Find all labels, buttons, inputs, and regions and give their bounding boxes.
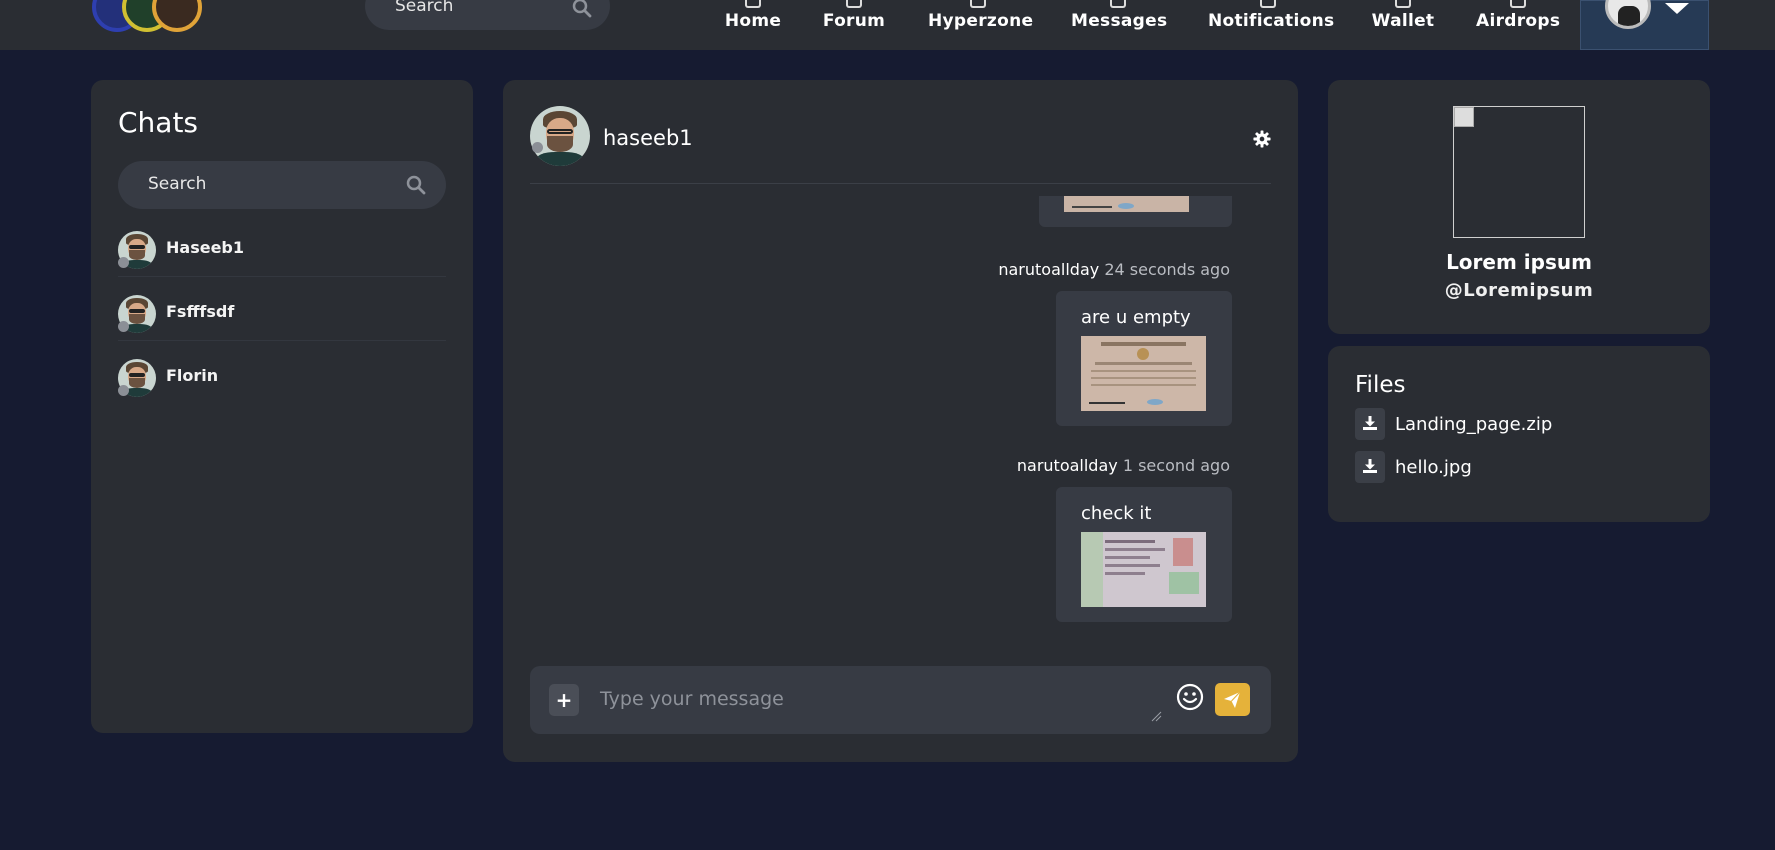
message-bubble: check it [1056, 487, 1232, 622]
conversation-panel: haseeb1 narutoallday 24 seconds ago are … [503, 80, 1298, 762]
message-composer: + [530, 666, 1271, 734]
chat-list-item[interactable]: Florin [118, 349, 446, 405]
forum-icon [846, 0, 862, 8]
add-attachment-button[interactable]: + [549, 684, 579, 716]
wallet-icon [1395, 0, 1411, 8]
search-icon[interactable] [406, 175, 426, 195]
download-icon [1363, 459, 1377, 473]
nav-hyperzone[interactable]: Hyperzone [928, 0, 1033, 50]
status-dot [118, 257, 129, 268]
message-attachment-image[interactable] [1064, 196, 1189, 212]
message-sender: narutoallday [1016, 456, 1118, 475]
broken-image-icon [1454, 107, 1474, 127]
message-input[interactable] [590, 676, 1162, 726]
message-text: are u empty [1081, 307, 1191, 328]
chats-panel: Chats Search Haseeb1 Fsfffsdf Florin [91, 80, 473, 733]
caret-down-icon[interactable] [1665, 3, 1689, 14]
conversation-header: haseeb1 [530, 80, 1271, 184]
profile-name: Lorem ipsum [1446, 250, 1592, 274]
message-list[interactable]: narutoallday 24 seconds ago are u empty [530, 196, 1271, 642]
profile-handle: @Loremipsum [1444, 280, 1594, 301]
nav-forum[interactable]: Forum [822, 0, 886, 50]
nav-airdrops[interactable]: Airdrops [1476, 0, 1560, 50]
message-meta: narutoallday 1 second ago [1017, 456, 1230, 475]
nav-messages[interactable]: Messages [1071, 0, 1167, 50]
airdrop-icon [1510, 0, 1526, 8]
message-time: 1 second ago [1122, 456, 1230, 475]
profile-panel: Lorem ipsum @Loremipsum [1328, 80, 1710, 334]
status-dot [118, 321, 129, 332]
resize-grip-icon[interactable] [1150, 710, 1162, 722]
message-attachment-image[interactable] [1081, 532, 1206, 607]
chats-search-input[interactable]: Search [148, 174, 206, 194]
message-attachment-image[interactable] [1081, 336, 1206, 411]
message-bubble: are u empty [1056, 291, 1232, 426]
download-icon [1363, 416, 1377, 430]
bell-icon [1260, 0, 1276, 8]
nav-notifications[interactable]: Notifications [1208, 0, 1334, 50]
download-button[interactable] [1355, 408, 1385, 440]
file-name[interactable]: hello.jpg [1395, 457, 1472, 478]
hyperzone-icon [970, 0, 986, 8]
chat-contact-name: Florin [166, 366, 219, 385]
top-search-bar[interactable]: Search [365, 0, 610, 30]
site-logo[interactable] [92, 0, 208, 34]
home-icon [745, 0, 761, 8]
nav-wallet[interactable]: Wallet [1371, 0, 1435, 50]
avatar-figure [1618, 6, 1640, 26]
chat-list-item[interactable]: Fsfffsdf [118, 285, 446, 341]
messages-icon [1110, 0, 1126, 8]
file-name[interactable]: Landing_page.zip [1395, 414, 1552, 435]
document-thumbnail [1081, 532, 1206, 607]
chats-title: Chats [118, 106, 199, 139]
emoji-icon[interactable] [1176, 683, 1204, 711]
avatar[interactable] [530, 106, 590, 166]
chat-contact-name: Haseeb1 [166, 238, 244, 257]
files-title: Files [1355, 372, 1406, 398]
message-time: 24 seconds ago [1104, 260, 1230, 279]
chats-search-bar[interactable]: Search [118, 161, 446, 209]
account-menu-button[interactable] [1580, 0, 1709, 50]
nav-home[interactable]: Home [724, 0, 782, 50]
search-icon[interactable] [572, 0, 592, 18]
status-dot [118, 385, 129, 396]
profile-image [1453, 106, 1585, 238]
account-avatar [1605, 0, 1651, 29]
status-dot [532, 142, 543, 153]
message-meta: narutoallday 24 seconds ago [998, 260, 1230, 279]
chat-contact-name: Fsfffsdf [166, 302, 235, 321]
message-sender: narutoallday [998, 260, 1100, 279]
certificate-thumbnail [1081, 336, 1206, 411]
download-button[interactable] [1355, 451, 1385, 483]
top-navbar: Search Home Forum Hyperzone Messages Not… [0, 0, 1775, 50]
conversation-contact-name: haseeb1 [603, 126, 693, 150]
send-button[interactable] [1215, 683, 1250, 716]
top-search-input[interactable]: Search [395, 0, 453, 16]
files-panel: Files Landing_page.zip hello.jpg [1328, 346, 1710, 522]
gear-icon[interactable] [1253, 130, 1271, 148]
paper-plane-icon [1224, 691, 1241, 708]
message-text: check it [1081, 503, 1152, 524]
certificate-thumbnail [1064, 196, 1189, 212]
chat-list-item[interactable]: Haseeb1 [118, 221, 446, 277]
message-bubble [1039, 196, 1232, 227]
